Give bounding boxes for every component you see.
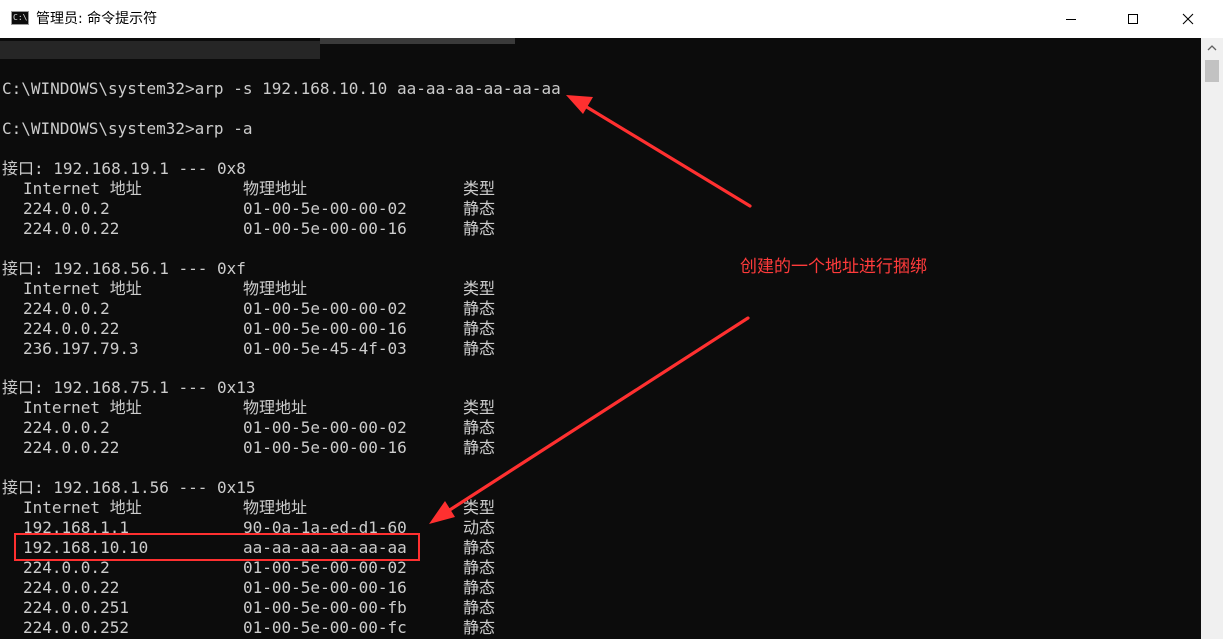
row-mac: 01-00-5e-00-00-16 <box>243 219 407 238</box>
title-bar[interactable]: C:\ 管理员: 命令提示符 <box>0 0 1223 38</box>
header-address: Internet 地址 <box>23 179 142 198</box>
header-address: Internet 地址 <box>23 498 142 517</box>
highlight-box <box>14 533 420 561</box>
interface-line: 接口: 192.168.1.56 --- 0x15 <box>2 478 256 497</box>
row-address: 224.0.0.22 <box>23 438 120 457</box>
row-type: 静态 <box>463 438 496 457</box>
close-button[interactable] <box>1165 0 1211 38</box>
row-address: 236.197.79.3 <box>23 339 139 358</box>
header-mac: 物理地址 <box>243 398 308 417</box>
interface-line: 接口: 192.168.75.1 --- 0x13 <box>2 378 256 397</box>
maximize-icon <box>1128 14 1138 24</box>
row-address: 224.0.0.2 <box>23 199 110 218</box>
table-row: 224.0.0.251 01-00-5e-00-00-fb 静态 <box>2 598 495 618</box>
table-row: 224.0.0.2 01-00-5e-00-00-02 静态 <box>2 418 495 438</box>
row-address: 224.0.0.22 <box>23 319 120 338</box>
row-mac: 01-00-5e-00-00-02 <box>243 199 407 218</box>
row-type: 静态 <box>463 538 496 557</box>
row-address: 224.0.0.2 <box>23 558 110 577</box>
row-type: 静态 <box>463 339 496 358</box>
header-address: Internet 地址 <box>23 279 142 298</box>
minimize-icon <box>1066 19 1076 20</box>
annotation-label: 创建的一个地址进行捆绑 <box>740 257 927 277</box>
row-mac: 01-00-5e-00-00-fb <box>243 598 407 617</box>
table-row: 224.0.0.2 01-00-5e-00-00-02 静态 <box>2 199 495 219</box>
table-row: 224.0.0.2 01-00-5e-00-00-02 静态 <box>2 558 495 578</box>
row-address: 224.0.0.2 <box>23 299 110 318</box>
console-command: C:\WINDOWS\system32>arp -s 192.168.10.10… <box>2 79 561 98</box>
header-type: 类型 <box>463 279 496 298</box>
row-mac: 01-00-5e-00-00-02 <box>243 299 407 318</box>
header-mac: 物理地址 <box>243 498 308 517</box>
row-type: 静态 <box>463 418 496 437</box>
table-row: 236.197.79.3 01-00-5e-45-4f-03 静态 <box>2 339 495 359</box>
table-header: Internet 地址 物理地址 类型 <box>2 498 495 518</box>
table-row: 224.0.0.22 01-00-5e-00-00-16 静态 <box>2 438 495 458</box>
table-row: 224.0.0.252 01-00-5e-00-00-fc 静态 <box>2 618 495 638</box>
minimize-button[interactable] <box>1048 0 1094 38</box>
table-header: Internet 地址 物理地址 类型 <box>2 279 495 299</box>
header-type: 类型 <box>463 398 496 417</box>
row-type: 静态 <box>463 598 496 617</box>
redacted-text <box>0 41 320 59</box>
close-icon <box>1182 13 1194 25</box>
header-type: 类型 <box>463 179 496 198</box>
window-title: 管理员: 命令提示符 <box>36 11 158 27</box>
table-header: Internet 地址 物理地址 类型 <box>2 398 495 418</box>
interface-line: 接口: 192.168.19.1 --- 0x8 <box>2 159 246 178</box>
row-mac: 01-00-5e-00-00-16 <box>243 319 407 338</box>
table-header: Internet 地址 物理地址 类型 <box>2 179 495 199</box>
row-mac: 01-00-5e-00-00-02 <box>243 418 407 437</box>
table-row: 224.0.0.22 01-00-5e-00-00-16 静态 <box>2 319 495 339</box>
row-address: 224.0.0.2 <box>23 418 110 437</box>
scroll-thumb[interactable] <box>1205 60 1219 82</box>
interface-line: 接口: 192.168.56.1 --- 0xf <box>2 259 246 278</box>
redacted-text <box>320 38 515 44</box>
row-type: 静态 <box>463 618 496 637</box>
console-command: C:\WINDOWS\system32>arp -a <box>2 119 253 138</box>
table-row: 224.0.0.22 01-00-5e-00-00-16 静态 <box>2 219 495 239</box>
row-type: 静态 <box>463 558 496 577</box>
vertical-scrollbar[interactable] <box>1201 38 1223 639</box>
row-type: 静态 <box>463 299 496 318</box>
header-mac: 物理地址 <box>243 179 308 198</box>
row-mac: 01-00-5e-00-00-02 <box>243 558 407 577</box>
maximize-button[interactable] <box>1110 0 1156 38</box>
row-mac: 01-00-5e-45-4f-03 <box>243 339 407 358</box>
chevron-up-icon <box>1207 45 1217 51</box>
row-type: 静态 <box>463 319 496 338</box>
row-address: 224.0.0.22 <box>23 578 120 597</box>
row-type: 动态 <box>463 518 496 537</box>
scroll-up-button[interactable] <box>1201 38 1223 58</box>
table-row: 224.0.0.2 01-00-5e-00-00-02 静态 <box>2 299 495 319</box>
row-mac: 01-00-5e-00-00-fc <box>243 618 407 637</box>
row-type: 静态 <box>463 578 496 597</box>
header-type: 类型 <box>463 498 496 517</box>
table-row: 224.0.0.22 01-00-5e-00-00-16 静态 <box>2 578 495 598</box>
row-type: 静态 <box>463 219 496 238</box>
row-mac: 01-00-5e-00-00-16 <box>243 578 407 597</box>
header-address: Internet 地址 <box>23 398 142 417</box>
row-address: 224.0.0.22 <box>23 219 120 238</box>
row-type: 静态 <box>463 199 496 218</box>
console-icon[interactable]: C:\ <box>11 11 29 25</box>
header-mac: 物理地址 <box>243 279 308 298</box>
row-address: 224.0.0.252 <box>23 618 129 637</box>
row-address: 224.0.0.251 <box>23 598 129 617</box>
row-mac: 01-00-5e-00-00-16 <box>243 438 407 457</box>
